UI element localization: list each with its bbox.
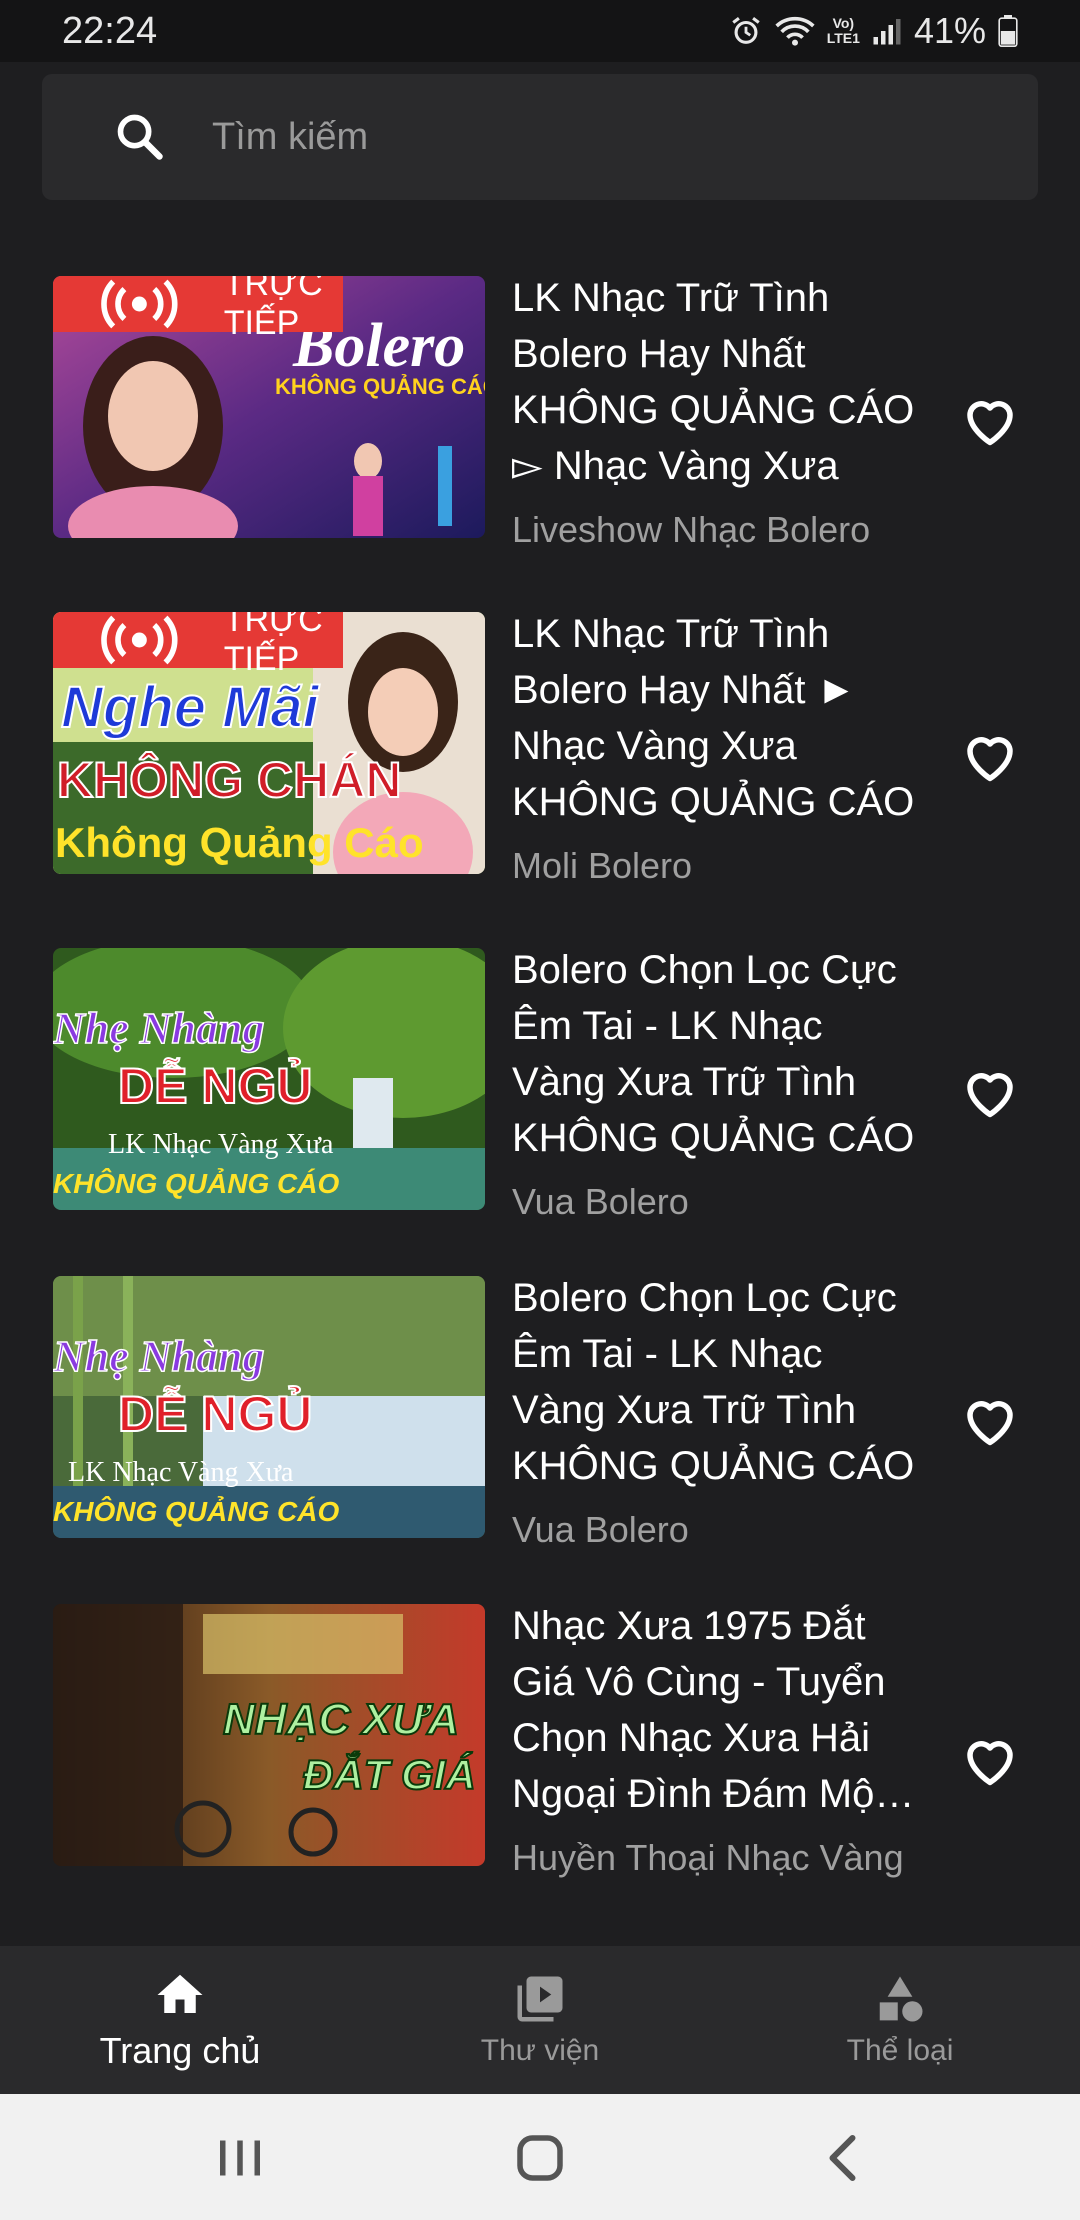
thumb-text-nhenhang: Nhẹ Nhàng [53, 1004, 265, 1053]
library-icon [517, 1976, 563, 2022]
system-nav-bar [0, 2094, 1080, 2220]
thumb-text-ad: KHÔNG QUẢNG CÁO [275, 374, 485, 399]
live-badge: TRỰC TIẾP [53, 612, 343, 678]
thumb-text-nghemai: Nghe Mãi [61, 675, 321, 740]
thumbnail[interactable]: NHẠC XƯA ĐẮT GIÁ [53, 1604, 485, 1866]
thumbnail-image: Nhẹ Nhàng DỄ NGỦ LK Nhạc Vàng Xưa KHÔNG … [53, 1276, 485, 1538]
wifi-icon [775, 16, 815, 46]
thumbnail[interactable]: Nhẹ Nhàng DỄ NGỦ LK Nhạc Vàng Xưa KHÔNG … [53, 1276, 485, 1538]
list-item[interactable]: NHẠC XƯA ĐẮT GIÁ Nhạc Xưa 1975 Đắt Giá V… [0, 1598, 1080, 1938]
thumb-text-ad: KHÔNG QUẢNG CÁO [53, 1495, 339, 1527]
nav-library-label: Thư viện [480, 2034, 600, 2067]
thumbnail[interactable]: Nghe Mãi KHÔNG CHÁN Không Quảng Cáo TRỰC… [53, 612, 485, 874]
live-badge-label: TRỰC TIẾP [223, 612, 323, 678]
thumbnail[interactable]: Nhẹ Nhàng DỄ NGỦ LK Nhạc Vàng Xưa KHÔNG … [53, 948, 485, 1210]
list-item[interactable]: Nhẹ Nhàng DỄ NGỦ LK Nhạc Vàng Xưa KHÔNG … [0, 942, 1080, 1242]
nav-home[interactable]: Trang chủ [70, 1946, 290, 2094]
status-time: 22:24 [62, 9, 158, 52]
status-bar: 22:24 Vo) LTE1 41% [0, 0, 1080, 62]
nav-categories-label: Thể loại [846, 2034, 954, 2067]
nav-library[interactable]: Thư viện [430, 1946, 650, 2094]
video-title[interactable]: LK Nhạc Trữ Tình Bolero Hay Nhất KHÔNG Q… [512, 270, 922, 494]
channel-name: Liveshow Nhạc Bolero [512, 509, 871, 550]
video-title[interactable]: Bolero Chọn Lọc Cực Êm Tai - LK Nhạc Vàn… [512, 942, 922, 1166]
home-icon [157, 1974, 203, 2013]
thumb-text-nhenhang: Nhẹ Nhàng [53, 1332, 265, 1381]
heart-icon[interactable] [960, 390, 1020, 450]
signal-icon [873, 19, 901, 45]
home-button-icon[interactable] [510, 2128, 570, 2188]
search-bar[interactable] [42, 74, 1038, 200]
category-icon [879, 1976, 923, 2022]
channel-name: Moli Bolero [512, 845, 693, 886]
video-title[interactable]: LK Nhạc Trữ Tình Bolero Hay Nhất ► Nhạc … [512, 606, 922, 830]
broadcast-icon [101, 615, 178, 665]
channel-name: Huyền Thoại Nhạc Vàng [512, 1837, 904, 1878]
channel-name: Vua Bolero [512, 1509, 689, 1550]
nav-categories[interactable]: Thể loại [790, 1946, 1010, 2094]
list-item[interactable]: Nghe Mãi KHÔNG CHÁN Không Quảng Cáo TRỰC… [0, 606, 1080, 906]
thumbnail[interactable]: Bolero KHÔNG QUẢNG CÁO TRỰC TIẾP [53, 276, 485, 538]
search-icon[interactable] [114, 111, 166, 163]
thumb-text-nhacxua: NHẠC XƯA [223, 1695, 459, 1744]
list-item[interactable]: Nhẹ Nhàng DỄ NGỦ LK Nhạc Vàng Xưa KHÔNG … [0, 1270, 1080, 1570]
heart-icon[interactable] [960, 726, 1020, 786]
thumb-text-khongchan: KHÔNG CHÁN [57, 751, 401, 808]
thumb-text-dengu: DỄ NGỦ [118, 1057, 312, 1114]
thumb-text-lk: LK Nhạc Vàng Xưa [68, 1457, 294, 1488]
alarm-icon [732, 17, 760, 44]
battery-icon [998, 15, 1018, 47]
channel-name: Vua Bolero [512, 1181, 689, 1222]
nav-home-label: Trang chủ [99, 2030, 261, 2071]
thumbnail-image: Nhẹ Nhàng DỄ NGỦ LK Nhạc Vàng Xưa KHÔNG … [53, 948, 485, 1210]
heart-icon[interactable] [960, 1730, 1020, 1790]
thumb-text-ad: Không Quảng Cáo [55, 819, 424, 866]
thumb-text-datgia: ĐẮT GIÁ [303, 1750, 476, 1798]
list-item[interactable]: Bolero KHÔNG QUẢNG CÁO TRỰC TIẾP LK Nhạc… [0, 270, 1080, 570]
heart-icon[interactable] [960, 1390, 1020, 1450]
volte-indicator: Vo) LTE1 [826, 15, 860, 46]
battery-percent: 41% [913, 10, 986, 51]
thumbnail-image: NHẠC XƯA ĐẮT GIÁ [53, 1604, 485, 1866]
bottom-nav: Trang chủ Thư viện Thể loại [0, 1946, 1080, 2094]
video-title[interactable]: Nhạc Xưa 1975 Đắt Giá Vô Cùng - Tuyển Ch… [512, 1598, 922, 1822]
broadcast-icon [101, 279, 178, 329]
video-title[interactable]: Bolero Chọn Lọc Cực Êm Tai - LK Nhạc Vàn… [512, 1270, 922, 1494]
thumb-text-dengu: DỄ NGỦ [118, 1385, 312, 1442]
status-icons: Vo) LTE1 41% [729, 10, 1018, 52]
heart-icon[interactable] [960, 1062, 1020, 1122]
search-input[interactable] [212, 115, 992, 159]
back-icon[interactable] [815, 2128, 875, 2188]
recent-apps-icon[interactable] [210, 2128, 270, 2188]
live-badge-label: TRỰC TIẾP [223, 276, 323, 342]
thumb-text-ad: KHÔNG QUẢNG CÁO [53, 1167, 339, 1199]
thumb-text-lk: LK Nhạc Vàng Xưa [108, 1129, 334, 1160]
live-badge: TRỰC TIẾP [53, 276, 343, 342]
